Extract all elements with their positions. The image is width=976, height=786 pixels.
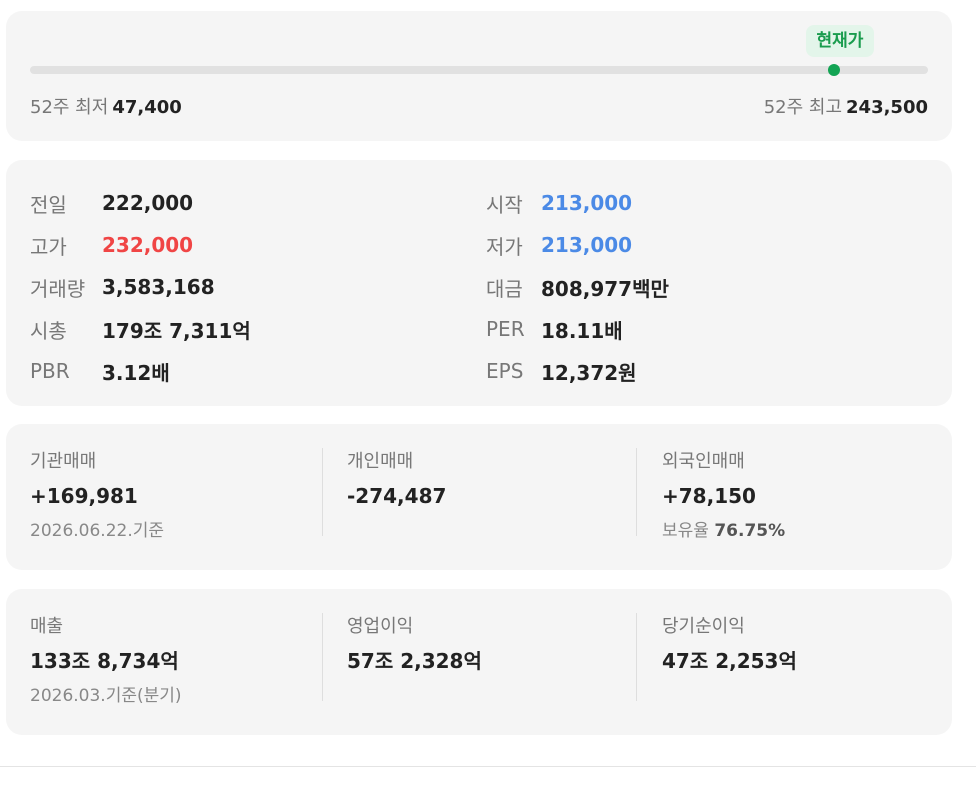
- stat-label: 시작: [486, 192, 523, 217]
- stat-value: 213,000: [541, 233, 633, 257]
- week52-low-value: 47,400: [112, 97, 182, 118]
- stat-value: 808,977백만: [541, 276, 669, 301]
- revenue-label: 매출: [30, 616, 64, 637]
- stat-label: PBR: [30, 359, 70, 383]
- investor-trading-card: 기관매매 +169,981 2026.06.22.기준 개인매매 -274,48…: [6, 424, 952, 570]
- individual-trading: 개인매매 -274,487: [322, 448, 636, 536]
- net-income: 당기순이익 47조 2,253억: [636, 613, 936, 701]
- operating-income: 영업이익 57조 2,328억: [322, 613, 636, 701]
- finance-as-of: 2026.03.기준(분기): [30, 686, 182, 706]
- week52-high-value: 243,500: [846, 97, 928, 118]
- stat-label: 거래량: [30, 276, 86, 301]
- week52-range-card: 현재가 52주 최저 47,400 52주 최고 243,500: [6, 11, 952, 141]
- foreign-trading: 외국인매매 +78,150 보유율 76.75%: [636, 448, 936, 541]
- stat-value: 222,000: [102, 191, 194, 215]
- financials-card: 매출 133조 8,734억 2026.03.기준(분기) 영업이익 57조 2…: [6, 589, 952, 735]
- stat-row-low: 저가 213,000: [486, 224, 669, 266]
- stat-value: 179조 7,311억: [102, 318, 251, 343]
- stat-label: 고가: [30, 234, 67, 259]
- stats-right-column: 시작 213,000 저가 213,000 대금 808,977백만 PER 1…: [486, 182, 669, 392]
- stat-row-eps: EPS 12,372원: [486, 350, 669, 392]
- institution-trading: 기관매매 +169,981 2026.06.22.기준: [30, 448, 320, 541]
- net-income-value: 47조 2,253억: [662, 649, 797, 673]
- stat-label: 시총: [30, 318, 67, 343]
- week52-high-label: 52주 최고: [763, 97, 843, 118]
- net-income-label: 당기순이익: [662, 616, 745, 637]
- stat-row-amount: 대금 808,977백만: [486, 266, 669, 308]
- current-price-badge: 현재가: [806, 25, 874, 57]
- foreign-holding: 보유율 76.75%: [662, 516, 936, 546]
- stat-row-prev-close: 전일 222,000: [30, 182, 251, 224]
- stat-value: 3,583,168: [102, 275, 215, 299]
- revenue-value: 133조 8,734억: [30, 649, 179, 673]
- week52-low: 52주 최저 47,400: [30, 93, 182, 119]
- stat-row-per: PER 18.11배: [486, 308, 669, 350]
- stat-label: EPS: [486, 359, 524, 383]
- stat-label: PER: [486, 317, 525, 341]
- holding-label: 보유율: [662, 521, 709, 541]
- stat-row-open: 시작 213,000: [486, 182, 669, 224]
- stat-row-volume: 거래량 3,583,168: [30, 266, 251, 308]
- stat-row-market-cap: 시총 179조 7,311억: [30, 308, 251, 350]
- stat-label: 전일: [30, 192, 67, 217]
- trading-as-of: 2026.06.22.기준: [30, 521, 165, 541]
- stats-left-column: 전일 222,000 고가 232,000 거래량 3,583,168 시총 1…: [30, 182, 251, 392]
- divider: [0, 766, 976, 767]
- revenue: 매출 133조 8,734억 2026.03.기준(분기): [30, 613, 320, 706]
- institution-value: +169,981: [30, 484, 138, 508]
- individual-value: -274,487: [347, 484, 447, 508]
- current-price-marker: [827, 64, 840, 76]
- holding-value: 76.75%: [714, 521, 786, 541]
- week52-low-label: 52주 최저: [30, 97, 109, 118]
- operating-income-label: 영업이익: [347, 616, 414, 637]
- stat-value: 213,000: [541, 191, 633, 215]
- foreign-value: +78,150: [662, 484, 756, 508]
- institution-label: 기관매매: [30, 451, 97, 472]
- stat-row-pbr: PBR 3.12배: [30, 350, 251, 392]
- stat-value: 12,372원: [541, 360, 637, 385]
- week52-range-track: [30, 64, 928, 76]
- stat-value: 232,000: [102, 233, 194, 257]
- stat-label: 대금: [486, 276, 523, 301]
- week52-high: 52주 최고 243,500: [764, 93, 928, 119]
- stat-row-high: 고가 232,000: [30, 224, 251, 266]
- foreign-label: 외국인매매: [662, 451, 745, 472]
- stat-label: 저가: [486, 234, 523, 259]
- stat-value: 3.12배: [102, 360, 170, 385]
- price-stats-card: 전일 222,000 고가 232,000 거래량 3,583,168 시총 1…: [6, 160, 952, 406]
- stat-value: 18.11배: [541, 318, 623, 343]
- operating-income-value: 57조 2,328억: [347, 649, 482, 673]
- individual-label: 개인매매: [347, 451, 414, 472]
